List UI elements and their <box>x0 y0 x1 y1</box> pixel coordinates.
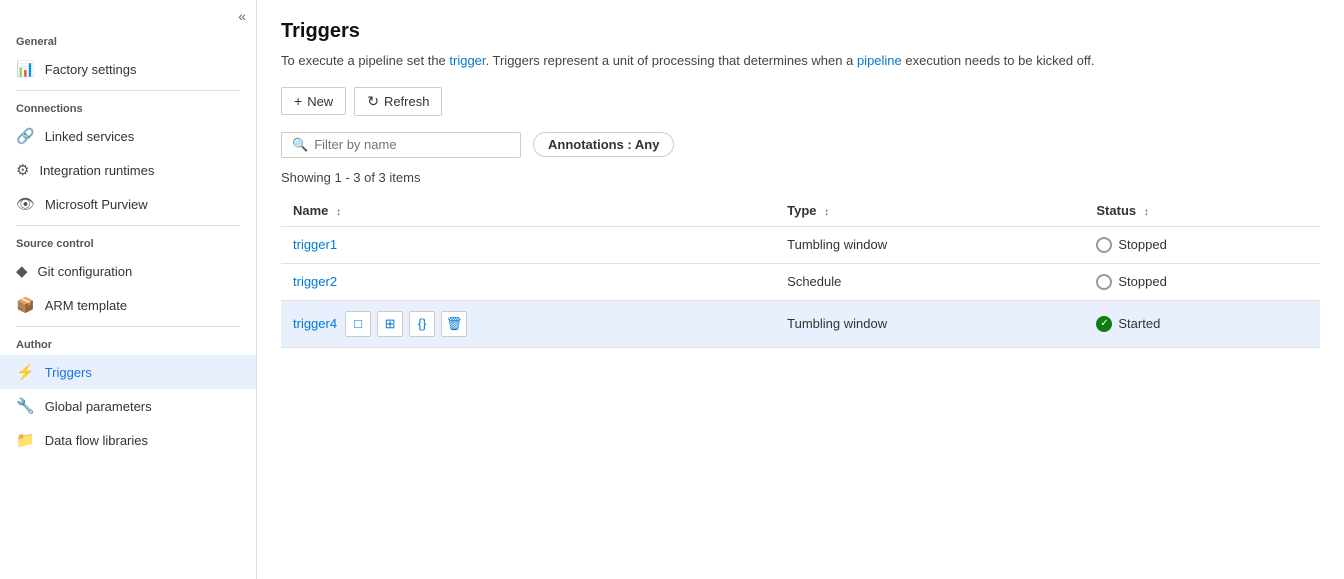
integration-runtimes-icon: ⚙ <box>16 161 29 179</box>
trigger-name-cell: trigger2 <box>281 263 775 300</box>
page-title: Triggers <box>281 20 1320 43</box>
annotations-label: Annotations : <box>548 137 635 152</box>
trigger-name-cell: trigger4 □⊞{}🗑 <box>281 300 775 347</box>
sidebar-item-microsoft-purview[interactable]: 👁 Microsoft Purview <box>0 187 256 221</box>
triggers-table: Name ↕ Type ↕ Status ↕ trigger1 Tumbling … <box>281 195 1320 348</box>
refresh-label: Refresh <box>384 94 430 109</box>
sidebar-item-global-parameters[interactable]: 🔧 Global parameters <box>0 389 256 423</box>
row-actions: □⊞{}🗑 <box>345 311 467 337</box>
sidebar-item-label: Integration runtimes <box>39 163 154 178</box>
copy-button[interactable]: ⊞ <box>377 311 403 337</box>
status-badge: ✓ Started <box>1096 316 1308 332</box>
collapse-icon: « <box>238 8 246 24</box>
factory-settings-icon: 📊 <box>16 60 35 78</box>
new-label: New <box>307 94 333 109</box>
sidebar-collapse-button[interactable]: « <box>0 0 256 28</box>
trigger-name-cell: trigger1 <box>281 226 775 263</box>
filter-row: 🔍 Annotations : Any <box>281 132 1320 158</box>
microsoft-purview-icon: 👁 <box>16 195 35 213</box>
trigger-link[interactable]: trigger4 <box>293 316 337 331</box>
showing-count: Showing 1 - 3 of 3 items <box>281 170 1320 185</box>
new-icon: + <box>294 93 302 109</box>
refresh-icon: ↻ <box>367 93 379 110</box>
divider-source-control <box>16 326 240 327</box>
sidebar-item-label: Linked services <box>45 129 135 144</box>
triggers-icon: ⚡ <box>16 363 35 381</box>
trigger-type-cell: Tumbling window <box>775 300 1084 347</box>
table-header: Name ↕ Type ↕ Status ↕ <box>281 195 1320 227</box>
column-type: Type ↕ <box>775 195 1084 227</box>
sidebar-section-connections: Connections <box>0 95 256 119</box>
trigger-status-cell: Stopped <box>1084 263 1320 300</box>
divider-general <box>16 90 240 91</box>
sidebar-item-label: Global parameters <box>45 399 152 414</box>
trigger-link[interactable]: trigger2 <box>293 274 337 289</box>
highlight-pipeline: pipeline <box>857 53 902 68</box>
run-button[interactable]: □ <box>345 311 371 337</box>
search-icon: 🔍 <box>292 137 308 153</box>
toolbar: + New ↻ Refresh <box>281 87 1320 116</box>
divider-connections <box>16 225 240 226</box>
sort-icon-status[interactable]: ↕ <box>1144 207 1149 218</box>
status-dot <box>1096 274 1112 290</box>
delete-button[interactable]: 🗑 <box>441 311 467 337</box>
highlight-trigger: trigger <box>449 53 485 68</box>
sidebar-item-label: Factory settings <box>45 62 137 77</box>
sidebar: « General 📊 Factory settings Connections… <box>0 0 257 579</box>
status-badge: Stopped <box>1096 237 1308 253</box>
page-description: To execute a pipeline set the trigger. T… <box>281 51 1320 71</box>
sidebar-item-data-flow-libraries[interactable]: 📁 Data flow libraries <box>0 423 256 457</box>
table-row: trigger2 Schedule Stopped <box>281 263 1320 300</box>
json-button[interactable]: {} <box>409 311 435 337</box>
status-dot: ✓ <box>1096 316 1112 332</box>
status-dot <box>1096 237 1112 253</box>
sidebar-item-label: ARM template <box>45 298 127 313</box>
trigger-status-cell: Stopped <box>1084 226 1320 263</box>
sidebar-section-author: Author <box>0 331 256 355</box>
git-configuration-icon: ◆ <box>16 262 28 280</box>
column-status: Status ↕ <box>1084 195 1320 227</box>
arm-template-icon: 📦 <box>16 296 35 314</box>
data-flow-libraries-icon: 📁 <box>16 431 35 449</box>
linked-services-icon: 🔗 <box>16 127 35 145</box>
annotations-button[interactable]: Annotations : Any <box>533 132 674 157</box>
sidebar-section-source-control: Source control <box>0 230 256 254</box>
refresh-button[interactable]: ↻ Refresh <box>354 87 442 116</box>
trigger-status-cell: ✓ Started <box>1084 300 1320 347</box>
main-content: Triggers To execute a pipeline set the t… <box>257 0 1344 579</box>
sidebar-item-integration-runtimes[interactable]: ⚙ Integration runtimes <box>0 153 256 187</box>
status-text: Started <box>1118 316 1160 331</box>
sidebar-item-factory-settings[interactable]: 📊 Factory settings <box>0 52 256 86</box>
sort-icon-name[interactable]: ↕ <box>336 207 341 218</box>
column-name: Name ↕ <box>281 195 775 227</box>
new-button[interactable]: + New <box>281 87 346 115</box>
sort-icon-type[interactable]: ↕ <box>824 207 829 218</box>
table-body: trigger1 Tumbling window Stopped trigger2 Sc… <box>281 226 1320 347</box>
sidebar-item-triggers[interactable]: ⚡ Triggers <box>0 355 256 389</box>
table-row: trigger1 Tumbling window Stopped <box>281 226 1320 263</box>
table-row: trigger4 □⊞{}🗑 Tumbling window ✓ Started <box>281 300 1320 347</box>
sidebar-item-arm-template[interactable]: 📦 ARM template <box>0 288 256 322</box>
sidebar-item-label: Data flow libraries <box>45 433 148 448</box>
global-parameters-icon: 🔧 <box>16 397 35 415</box>
status-badge: Stopped <box>1096 274 1308 290</box>
sidebar-item-git-configuration[interactable]: ◆ Git configuration <box>0 254 256 288</box>
trigger-link[interactable]: trigger1 <box>293 237 337 252</box>
annotations-value: Any <box>635 137 660 152</box>
sidebar-item-label: Git configuration <box>38 264 133 279</box>
trigger-type-cell: Schedule <box>775 263 1084 300</box>
status-text: Stopped <box>1118 274 1166 289</box>
sidebar-item-label: Microsoft Purview <box>45 197 148 212</box>
status-text: Stopped <box>1118 237 1166 252</box>
sidebar-item-label: Triggers <box>45 365 92 380</box>
filter-input-wrap: 🔍 <box>281 132 521 158</box>
sidebar-section-general: General <box>0 28 256 52</box>
search-input[interactable] <box>314 137 510 152</box>
trigger-type-cell: Tumbling window <box>775 226 1084 263</box>
sidebar-item-linked-services[interactable]: 🔗 Linked services <box>0 119 256 153</box>
